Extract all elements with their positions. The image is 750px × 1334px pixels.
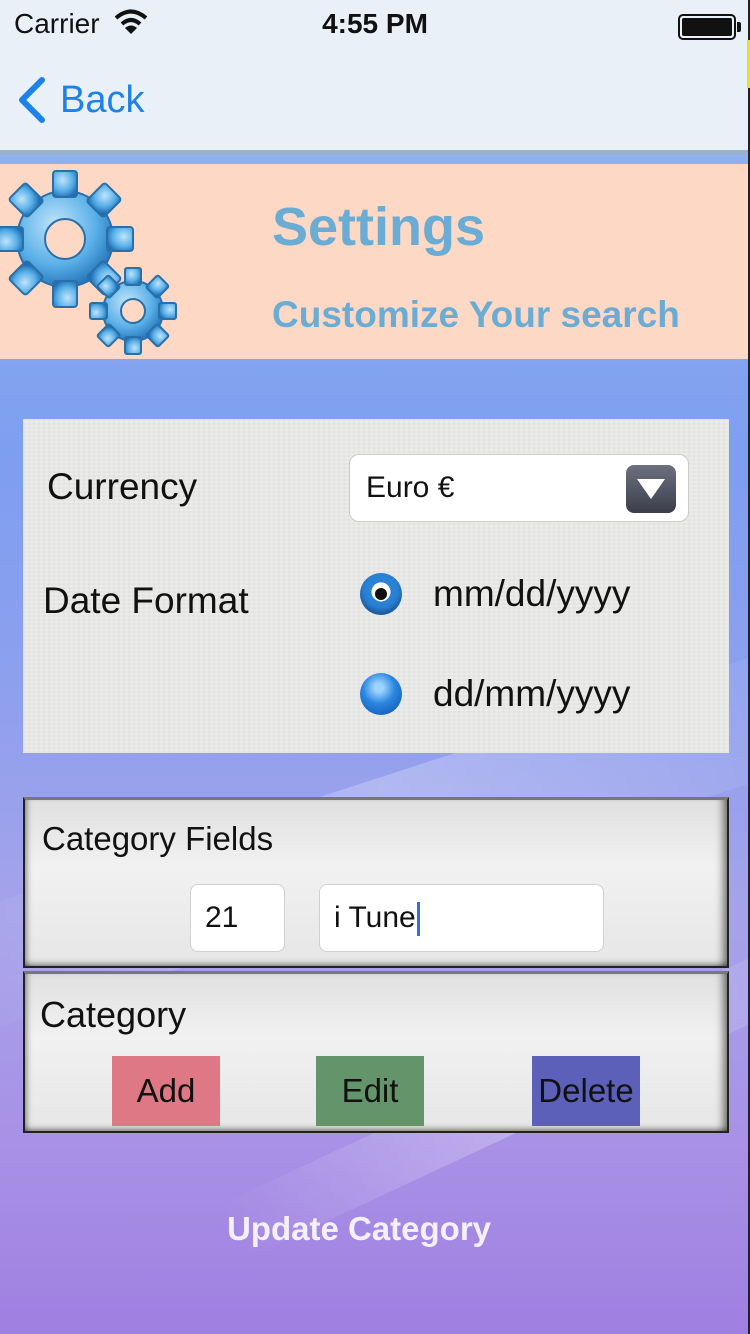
text-cursor [416, 902, 420, 937]
currency-value: Euro € [366, 471, 455, 504]
category-fields-title: Category Fields [42, 820, 274, 857]
category-id-field[interactable]: 21 [190, 884, 285, 952]
navigation-bar: Carrier 4:55 PM Back [0, 0, 750, 150]
currency-label: Currency [47, 466, 198, 507]
currency-select[interactable]: Euro € [349, 454, 689, 522]
gears-icon [0, 170, 177, 355]
chevron-down-icon [637, 479, 665, 499]
chevron-left-icon [19, 77, 45, 123]
category-id-value: 21 [205, 901, 239, 934]
battery-icon [678, 14, 741, 40]
date-format-label: Date Format [43, 580, 249, 621]
add-button[interactable]: Add [112, 1056, 220, 1126]
page-subtitle: Customize Your search [272, 294, 680, 335]
radio-dd-mm-yyyy[interactable] [360, 673, 402, 715]
radio-label-mm-dd-yyyy: mm/dd/yyyy [433, 573, 631, 614]
dropdown-button[interactable] [626, 465, 676, 513]
edit-button[interactable]: Edit [316, 1056, 424, 1126]
category-title: Category [40, 994, 187, 1035]
back-button[interactable]: Back [16, 74, 144, 126]
page-title: Settings [272, 197, 486, 257]
category-name-field[interactable]: i Tune [319, 884, 604, 952]
radio-label-dd-mm-yyyy: dd/mm/yyyy [433, 673, 631, 714]
status-time: 4:55 PM [322, 8, 428, 39]
update-category-button[interactable]: Update Category [0, 1210, 718, 1248]
category-name-value: i Tune [334, 901, 416, 934]
radio-mm-dd-yyyy[interactable] [360, 573, 402, 615]
back-button-label: Back [60, 78, 145, 121]
delete-button[interactable]: Delete [532, 1056, 640, 1126]
